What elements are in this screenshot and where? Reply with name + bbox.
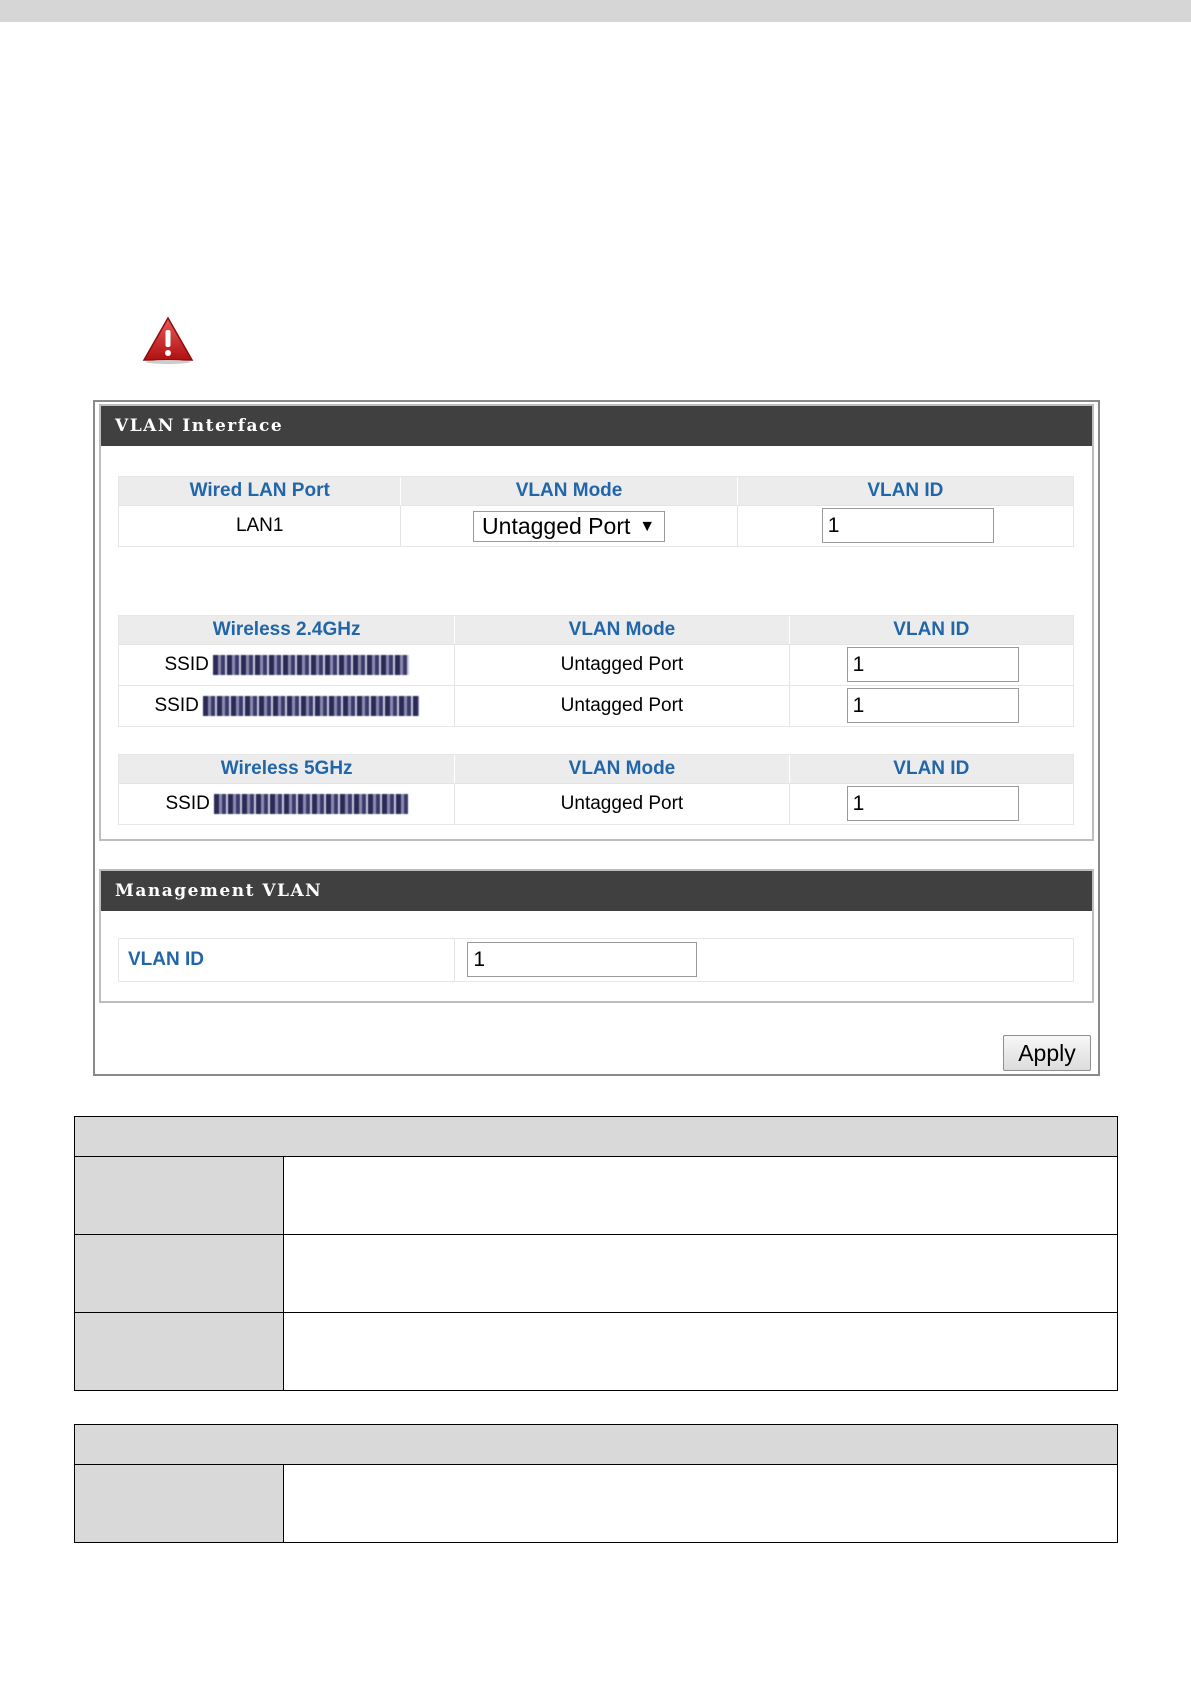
vlan-mode-cell: Untagged Port ▼	[401, 506, 738, 546]
table-row: VLAN ID 1	[119, 939, 1073, 981]
col-wired-lan-port: Wired LAN Port	[119, 477, 402, 505]
col-vlan-mode: VLAN Mode	[455, 616, 790, 644]
vlan-mode-value: Untagged Port	[455, 645, 790, 685]
vlan-id-input[interactable]: 1	[846, 647, 1019, 682]
management-vlan-id-label: VLAN ID	[119, 939, 456, 981]
redacted-ssid	[213, 794, 408, 814]
vlan-mode-value: Untagged Port	[455, 784, 790, 824]
page-top-band	[0, 0, 1191, 22]
table-row: LAN1 Untagged Port ▼ 1	[119, 505, 1073, 546]
ssid-prefix: SSID	[164, 654, 209, 675]
management-vlan-id-input[interactable]: 1	[467, 942, 698, 977]
vlan-id-cell: 1	[738, 506, 1073, 546]
ssid-cell: SSID	[119, 645, 456, 685]
wireless-24ghz-table: Wireless 2.4GHz VLAN Mode VLAN ID SSID U…	[118, 615, 1074, 727]
col-wireless-24ghz: Wireless 2.4GHz	[119, 616, 456, 644]
col-vlan-id: VLAN ID	[893, 619, 970, 640]
table-value-cell	[283, 1312, 1118, 1391]
table-value-cell	[283, 1234, 1118, 1313]
table-row: SSID Untagged Port 1	[119, 644, 1073, 685]
warning-icon	[142, 316, 194, 364]
table-row: SSID Untagged Port 1	[119, 685, 1073, 726]
table-caption	[74, 1116, 1118, 1157]
vlan-id-input[interactable]: 1	[846, 688, 1019, 723]
table-key-cell	[74, 1156, 284, 1235]
vlan-mode-select-value: Untagged Port	[482, 512, 631, 539]
table-header-row: Wired LAN Port VLAN Mode VLAN ID	[119, 477, 1073, 505]
ssid-prefix: SSID	[165, 793, 210, 814]
vlan-id-cell: 1	[790, 686, 1073, 726]
settings-screenshot: VLAN Interface Wired LAN Port VLAN Mode …	[93, 400, 1100, 1076]
management-vlan-table: VLAN ID 1	[118, 938, 1074, 982]
wired-lan-table: Wired LAN Port VLAN Mode VLAN ID LAN1 Un…	[118, 476, 1074, 547]
col-vlan-mode: VLAN Mode	[401, 477, 738, 505]
table-value-cell	[283, 1464, 1118, 1543]
management-vlan-id-cell: 1	[455, 939, 1073, 981]
port-name: LAN1	[119, 506, 402, 546]
description-table-2	[74, 1424, 1118, 1543]
table-value-cell	[283, 1156, 1118, 1235]
col-vlan-id: VLAN ID	[867, 480, 944, 501]
vlan-mode-select[interactable]: Untagged Port ▼	[473, 510, 666, 542]
col-vlan-id: VLAN ID	[893, 758, 970, 779]
vlan-id-input[interactable]: 1	[846, 786, 1019, 821]
ssid-cell: SSID	[119, 686, 456, 726]
table-key-cell	[74, 1464, 284, 1543]
vlan-id-cell: 1	[790, 645, 1073, 685]
management-vlan-panel: Management VLAN VLAN ID 1	[99, 869, 1094, 1003]
redacted-ssid	[212, 655, 409, 675]
table-key-cell	[74, 1234, 284, 1313]
vlan-interface-title: VLAN Interface	[101, 406, 1092, 446]
apply-button[interactable]: Apply	[1003, 1035, 1091, 1071]
vlan-mode-value: Untagged Port	[455, 686, 790, 726]
table-key-cell	[74, 1312, 284, 1391]
vlan-id-input[interactable]: 1	[821, 508, 994, 543]
col-vlan-mode: VLAN Mode	[455, 755, 790, 783]
description-table-1	[74, 1116, 1118, 1391]
table-caption	[74, 1424, 1118, 1465]
col-wireless-5ghz: Wireless 5GHz	[119, 755, 456, 783]
management-vlan-title: Management VLAN	[101, 871, 1092, 911]
ssid-prefix: SSID	[154, 695, 199, 716]
redacted-ssid	[202, 696, 419, 716]
table-header-row: Wireless 2.4GHz VLAN Mode VLAN ID	[119, 616, 1073, 644]
vlan-id-cell: 1	[790, 784, 1073, 824]
table-header-row: Wireless 5GHz VLAN Mode VLAN ID	[119, 755, 1073, 783]
ssid-cell: SSID	[119, 784, 456, 824]
table-row: SSID Untagged Port 1	[119, 783, 1073, 824]
dropdown-arrow-icon: ▼	[639, 517, 656, 535]
wireless-5ghz-table: Wireless 5GHz VLAN Mode VLAN ID SSID Unt…	[118, 754, 1074, 825]
vlan-interface-panel: VLAN Interface Wired LAN Port VLAN Mode …	[99, 404, 1094, 841]
